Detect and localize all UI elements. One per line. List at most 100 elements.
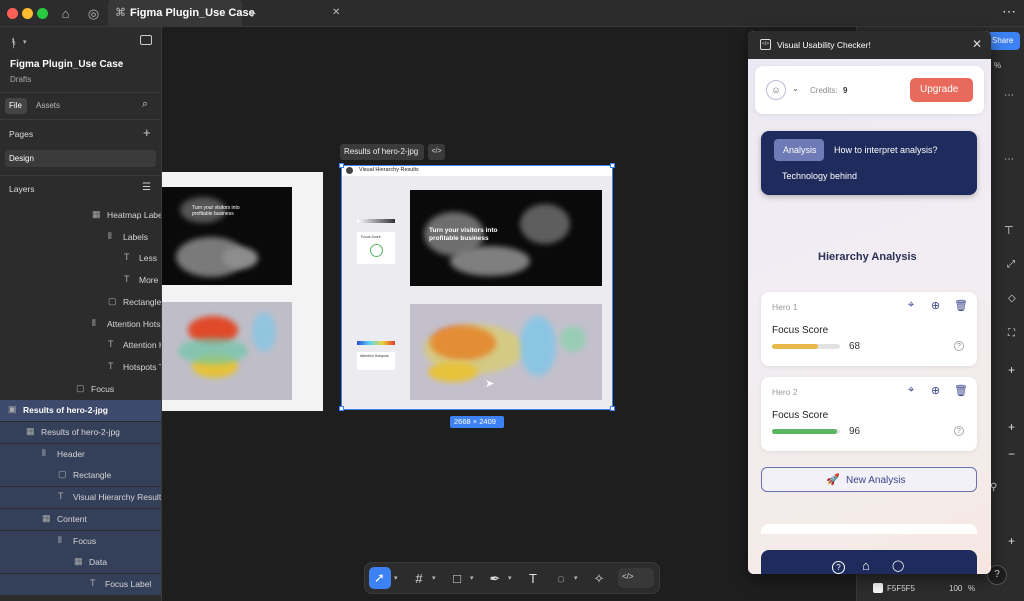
home-icon[interactable]: ⌂ xyxy=(57,5,74,22)
more-icon[interactable]: ⋯ xyxy=(1004,90,1014,101)
layer-row[interactable]: ▢ Rectangle xyxy=(0,292,161,313)
layer-row[interactable]: ⫴ Labels xyxy=(0,227,161,248)
tab-assets[interactable]: Assets xyxy=(36,101,60,110)
align-icon[interactable]: ⊤ xyxy=(1004,224,1014,237)
info-icon[interactable]: ? xyxy=(954,426,964,436)
layer-row[interactable]: ▦ Data xyxy=(0,552,161,574)
layer-row[interactable]: ▢ Rectangle xyxy=(0,465,161,487)
plugin-footer-nav: ? ⌂ ◯ xyxy=(761,550,977,574)
upgrade-button[interactable]: Upgrade xyxy=(910,78,973,102)
globe-icon[interactable]: ⊕ xyxy=(931,384,940,397)
tab-technology-behind[interactable]: Technology behind xyxy=(782,171,857,181)
dev-mode-code-icon[interactable]: </> xyxy=(428,144,445,160)
plugin-window: </> Visual Usability Checker! ✕ ☺ ⌄ Cred… xyxy=(748,31,991,574)
layer-row[interactable]: ▢ Focus xyxy=(0,379,161,400)
rectangle-tool-icon[interactable]: □ xyxy=(447,569,467,589)
chat-icon[interactable]: ◯ xyxy=(892,559,904,572)
more-icon[interactable]: ⋯ xyxy=(1004,154,1014,165)
add-page-icon[interactable]: + xyxy=(143,125,151,140)
frame-name-label: Results of hero-2-jpg xyxy=(344,147,419,156)
layer-row[interactable]: ▣ Results of hero-2-jpg xyxy=(0,400,161,422)
pen-tool-icon[interactable]: ✒ xyxy=(485,569,505,589)
remove-icon[interactable]: − xyxy=(1008,447,1015,461)
chevron-down-icon[interactable]: ▾ xyxy=(432,574,436,582)
divider xyxy=(0,119,161,120)
tab-how-to-interpret[interactable]: How to interpret analysis? xyxy=(834,145,938,155)
fill-drop-icon[interactable]: ◇ xyxy=(1008,293,1016,304)
tab-close-icon[interactable]: ✕ xyxy=(332,7,340,18)
layers-list-icon[interactable]: ☰ xyxy=(142,182,151,193)
layer-row[interactable]: T More xyxy=(0,270,161,291)
locate-icon[interactable]: ⌖ xyxy=(908,384,914,397)
new-analysis-button[interactable]: 🚀 New Analysis xyxy=(761,467,977,492)
zoom-percent[interactable]: % xyxy=(994,61,1001,70)
frame-name-tag[interactable]: Results of hero-2-jpg xyxy=(340,144,424,160)
file-name[interactable]: Figma Plugin_Use Case xyxy=(10,59,123,70)
layer-row[interactable]: T Visual Hierarchy Results xyxy=(0,487,161,509)
home-icon[interactable]: ⌂ xyxy=(862,558,870,573)
delete-icon[interactable]: 🗑 xyxy=(954,299,968,312)
account-chevron-icon[interactable]: ⌄ xyxy=(792,84,799,93)
help-icon[interactable]: ? xyxy=(832,561,845,574)
main-menu-icon[interactable]: ᚬ xyxy=(10,36,17,50)
resize-handle[interactable] xyxy=(610,163,615,168)
fill-swatch[interactable] xyxy=(873,583,883,593)
user-avatar-icon[interactable]: ☺ xyxy=(766,80,786,100)
main-menu-chevron-icon[interactable]: ▾ xyxy=(23,38,27,46)
layer-row[interactable]: ⫴ Attention Hotsp xyxy=(0,314,161,335)
add-icon[interactable]: + xyxy=(1008,420,1015,434)
text-tool-icon[interactable]: T xyxy=(523,569,543,589)
delete-icon[interactable]: 🗑 xyxy=(954,384,968,397)
chevron-down-icon[interactable]: ▾ xyxy=(470,574,474,582)
frame-tool-icon[interactable]: # xyxy=(409,569,429,589)
resize-handle[interactable] xyxy=(339,163,344,168)
add-icon[interactable]: + xyxy=(1008,534,1015,548)
search-icon[interactable]: ⌕ xyxy=(142,98,148,111)
dev-mode-toggle[interactable]: </> xyxy=(618,568,654,588)
info-icon[interactable]: ? xyxy=(954,341,964,351)
comment-tool-icon[interactable]: ◌ xyxy=(551,569,571,589)
new-tab-button[interactable]: + xyxy=(248,5,256,21)
layer-row[interactable]: T Focus Label xyxy=(0,573,161,595)
minimize-window-button[interactable] xyxy=(22,8,33,19)
resize-icon[interactable]: ⤢ xyxy=(1007,259,1015,270)
page-item-design[interactable]: Design xyxy=(5,150,156,167)
move-tool-button[interactable]: ➚ xyxy=(369,567,391,589)
layer-row[interactable]: ⫴ Header xyxy=(0,443,161,465)
resize-handle[interactable] xyxy=(610,406,615,411)
actions-sparkle-icon[interactable]: ✧ xyxy=(589,569,609,589)
layer-row[interactable]: ▦ Results of hero-2-jpg xyxy=(0,422,161,443)
add-icon[interactable]: + xyxy=(1008,363,1015,377)
tab-file[interactable]: File xyxy=(5,98,27,114)
share-button[interactable]: Share xyxy=(988,32,1020,50)
results-frame[interactable]: Visual Hierarchy Results Focus Score Att… xyxy=(339,163,615,411)
score-value: 68 xyxy=(849,341,861,352)
layer-row[interactable]: T Less xyxy=(0,248,161,269)
toggle-panel-icon[interactable] xyxy=(140,35,152,45)
layer-row[interactable]: ▦ Content xyxy=(0,508,161,530)
resize-handle[interactable] xyxy=(339,406,344,411)
chevron-down-icon[interactable]: ▾ xyxy=(394,574,398,582)
fill-opacity-value[interactable]: 100 xyxy=(949,584,962,593)
fill-hex-value[interactable]: F5F5F5 xyxy=(887,584,915,593)
layer-row[interactable]: ▦ Heatmap Label xyxy=(0,205,161,226)
layer-row[interactable]: ⫴ Focus xyxy=(0,530,161,552)
file-name-chevron-icon[interactable]: ▾ xyxy=(118,60,122,68)
close-window-button[interactable] xyxy=(7,8,18,19)
eyedropper-icon[interactable]: ⚲ xyxy=(990,482,997,493)
plugin-close-icon[interactable]: ✕ xyxy=(972,37,982,51)
locate-icon[interactable]: ⌖ xyxy=(908,299,914,312)
file-tab[interactable]: ⌘ Figma Plugin_Use Case ✕ xyxy=(108,0,340,27)
globe-icon[interactable]: ⊕ xyxy=(931,299,940,312)
community-globe-icon[interactable]: ◎ xyxy=(85,5,102,22)
tab-analysis[interactable]: Analysis xyxy=(774,139,824,161)
file-location[interactable]: Drafts xyxy=(10,75,31,84)
layer-row[interactable]: T Hotspots T xyxy=(0,357,161,378)
layer-row[interactable]: T Attention H xyxy=(0,335,161,356)
expand-icon[interactable]: ⛶ xyxy=(1008,328,1015,339)
more-options-icon[interactable]: ⋯ xyxy=(1002,3,1017,20)
chevron-down-icon[interactable]: ▾ xyxy=(574,574,578,582)
previous-results-frame[interactable]: Turn your visitors into profitable busin… xyxy=(162,172,323,411)
chevron-down-icon[interactable]: ▾ xyxy=(508,574,512,582)
maximize-window-button[interactable] xyxy=(37,8,48,19)
